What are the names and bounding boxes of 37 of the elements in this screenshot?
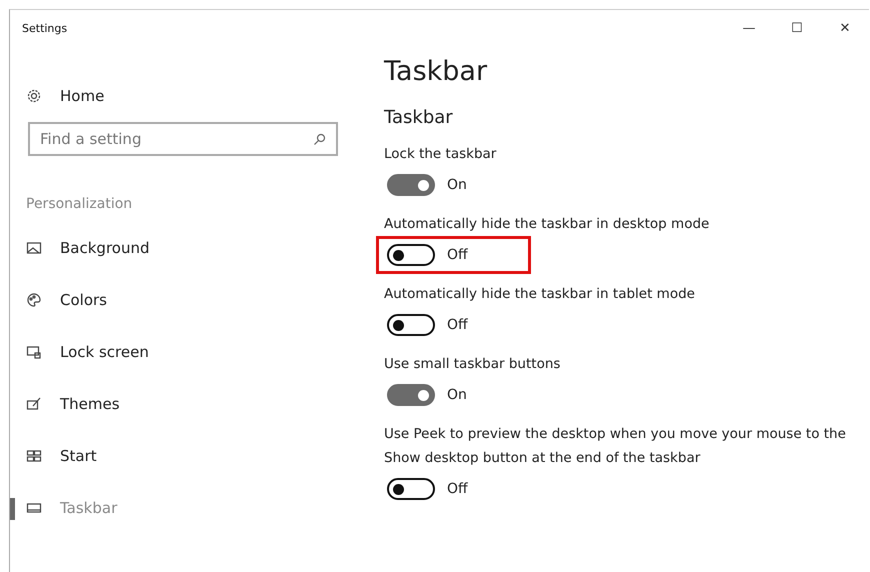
brush-icon xyxy=(26,396,42,412)
toggle-switch[interactable] xyxy=(387,244,435,266)
tiles-icon xyxy=(26,448,42,464)
setting-label: Automatically hide the taskbar in tablet mode xyxy=(384,285,696,304)
toggle-switch[interactable] xyxy=(387,384,435,406)
window-title: Settings xyxy=(22,22,68,34)
search-field[interactable]: Find a setting xyxy=(28,122,338,156)
home-link[interactable]: Home xyxy=(10,76,360,116)
nav-item[interactable]: Themes xyxy=(10,378,360,430)
toggle-state: Off xyxy=(447,317,468,333)
setting-label: Use Peek to preview the desktop when you move your mouse to the Show desktop button at the end of the taskbar xyxy=(384,425,847,468)
toggle-state: Off xyxy=(447,247,468,263)
setting-label: Automatically hide the taskbar in desktop mode xyxy=(384,215,710,234)
gear-icon xyxy=(26,88,42,104)
maximize-button[interactable]: ☐ xyxy=(773,13,821,43)
setting-label: Use small taskbar buttons xyxy=(384,355,562,374)
toggle-state: Off xyxy=(447,481,468,497)
toggle-switch[interactable] xyxy=(387,174,435,196)
setting-label: Lock the taskbar xyxy=(384,145,498,164)
toggle-switch[interactable] xyxy=(387,314,435,336)
minimize-button[interactable]: — xyxy=(725,13,773,43)
nav-item[interactable]: Start xyxy=(10,430,360,482)
toggle-state: On xyxy=(447,387,467,403)
nav-item[interactable]: Lock screen xyxy=(10,326,360,378)
search-icon xyxy=(313,133,326,146)
toggle-state: On xyxy=(447,177,467,193)
selection-indicator xyxy=(10,498,15,520)
section-heading: Personalization xyxy=(26,196,134,212)
nav-item[interactable]: Colors xyxy=(10,274,360,326)
page-title: Taskbar xyxy=(384,56,488,87)
nav-item[interactable]: Background xyxy=(10,222,360,274)
monitor-lock-icon xyxy=(26,344,42,360)
toggle-switch[interactable] xyxy=(387,478,435,500)
section-title: Taskbar xyxy=(384,107,454,128)
close-button[interactable]: ✕ xyxy=(821,13,869,43)
palette-icon xyxy=(26,292,42,308)
picture-frame-icon xyxy=(26,240,42,256)
